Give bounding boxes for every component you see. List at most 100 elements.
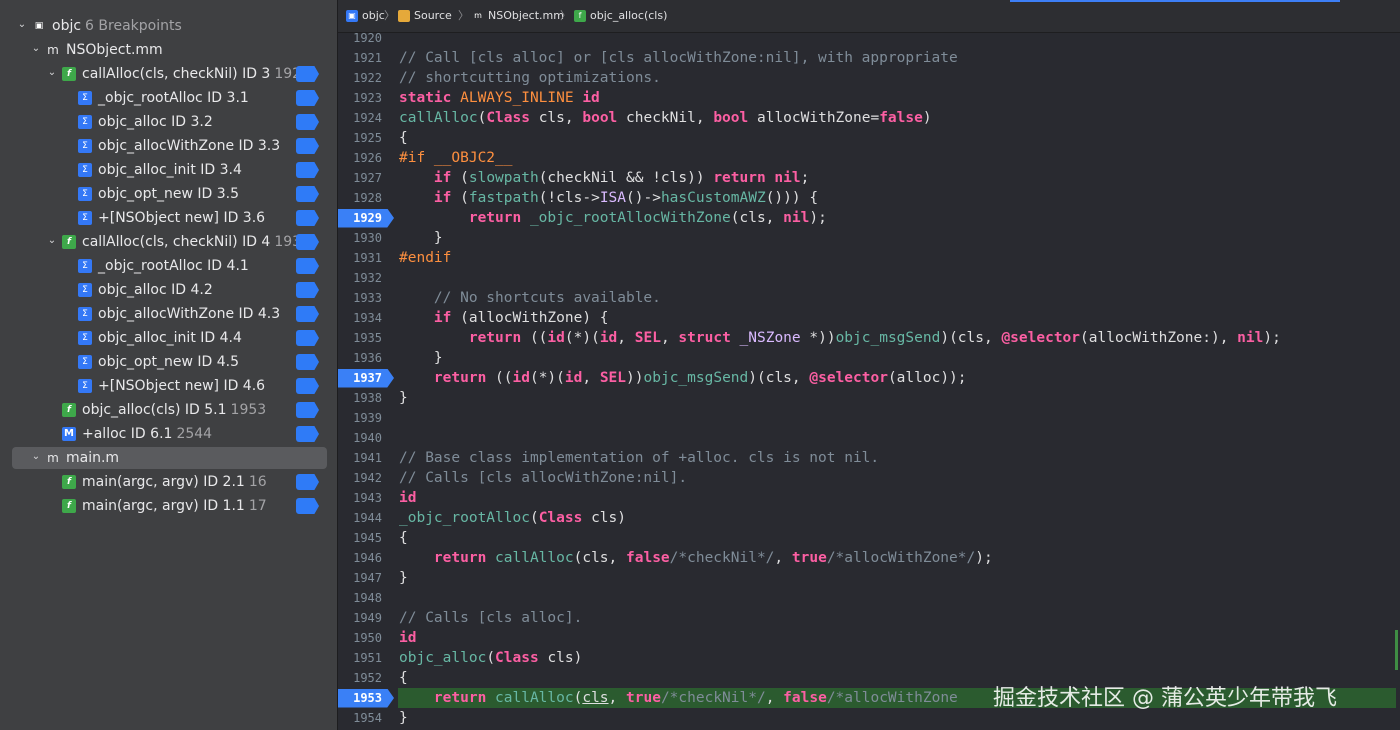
- code-token: // Calls [cls alloc].: [399, 610, 583, 626]
- symbol-icon: Σ: [78, 259, 92, 273]
- code-token: (*)(: [564, 330, 600, 346]
- breakpoint-label: +[NSObject new] ID 4.6: [98, 374, 265, 398]
- line-number: 17: [248, 498, 267, 514]
- symbol-icon: Σ: [78, 355, 92, 369]
- breakpoint-row[interactable]: Σobjc_allocWithZone ID 3.3: [0, 134, 337, 158]
- breakpoint-row[interactable]: Σobjc_allocWithZone ID 4.3: [0, 302, 337, 326]
- breakpoint-flag-icon[interactable]: [296, 498, 319, 514]
- breakpoint-row[interactable]: Σobjc_opt_new ID 4.5: [0, 350, 337, 374]
- breakpoint-row[interactable]: ⌄ m main.m: [0, 446, 337, 470]
- code-token: objc_alloc: [399, 650, 487, 666]
- code-token: #if __OBJC2__: [399, 150, 513, 166]
- code-token: }: [399, 710, 408, 726]
- code-token: (: [477, 110, 487, 126]
- line-number: 1934: [353, 311, 382, 325]
- breakpoint-flag-icon[interactable]: [296, 330, 319, 346]
- line-number: 1939: [353, 411, 382, 425]
- chevron-down-icon[interactable]: ⌄: [30, 450, 42, 464]
- breakpoint-row[interactable]: ⌄ ▣ objc 6 Breakpoints: [0, 14, 337, 38]
- breakpoint-flag-icon[interactable]: [296, 234, 319, 250]
- breakpoint-row[interactable]: Σobjc_alloc ID 3.2: [0, 110, 337, 134]
- breakpoint-row[interactable]: ⌄ f callAlloc(cls, checkNil) ID 4 1937: [0, 230, 337, 254]
- breakpoint-label: callAlloc(cls, checkNil) ID 3 1929: [82, 62, 310, 86]
- jumpbar-item-3[interactable]: objc_alloc(cls): [590, 0, 667, 32]
- code-line: }: [399, 708, 408, 728]
- code-token: objc_msgSend: [643, 370, 749, 386]
- breakpoint-row[interactable]: Σ _objc_rootAlloc ID 3.1: [0, 86, 337, 110]
- breakpoint-row[interactable]: f objc_alloc(cls) ID 5.1 1953: [0, 398, 337, 422]
- breakpoint-row[interactable]: Σobjc_alloc_init ID 3.4: [0, 158, 337, 182]
- breakpoint-row[interactable]: f main(argc, argv) ID 2.1 16: [0, 470, 337, 494]
- symbol-icon: Σ: [78, 331, 92, 345]
- breakpoint-row[interactable]: Σobjc_opt_new ID 3.5: [0, 182, 337, 206]
- breakpoint-row[interactable]: ⌄ f callAlloc(cls, checkNil) ID 3 1929: [0, 62, 337, 86]
- breakpoint-flag-icon[interactable]: [296, 306, 319, 322]
- chevron-down-icon[interactable]: ⌄: [46, 66, 58, 80]
- code-token: ())) {: [765, 190, 819, 206]
- breakpoint-label: _objc_rootAlloc ID 4.1: [98, 254, 249, 278]
- symbol-icon: Σ: [78, 187, 92, 201]
- breakpoint-row[interactable]: Σobjc_alloc ID 4.2: [0, 278, 337, 302]
- breakpoint-row[interactable]: Σ +[NSObject new] ID 4.6: [0, 374, 337, 398]
- breakpoint-flag-icon[interactable]: [296, 426, 319, 442]
- code-token: // Call [cls alloc] or [cls allocWithZon…: [399, 50, 958, 66]
- code-token: );: [1263, 330, 1281, 346]
- breakpoint-flag-icon[interactable]: [296, 282, 319, 298]
- code-token: (: [486, 650, 496, 666]
- code-token: );: [975, 550, 993, 566]
- chevron-down-icon[interactable]: ⌄: [16, 18, 28, 32]
- code-line: // Calls [cls alloc].: [399, 608, 582, 628]
- code-token: id: [547, 330, 565, 346]
- jumpbar-item-2[interactable]: NSObject.mm: [488, 0, 564, 32]
- line-number: 1930: [353, 231, 382, 245]
- code-token: // Calls [cls allocWithZone:nil].: [399, 470, 688, 486]
- chevron-down-icon[interactable]: ⌄: [46, 234, 58, 248]
- function-icon: f: [62, 235, 76, 249]
- breakpoint-flag-icon[interactable]: [296, 90, 319, 106]
- symbol-icon: Σ: [78, 379, 92, 393]
- breakpoint-flag-icon[interactable]: [296, 138, 319, 154]
- breakpoint-label: _objc_rootAlloc ID 3.1: [98, 86, 249, 110]
- breakpoint-flag-icon[interactable]: [296, 186, 319, 202]
- code-token: ,: [582, 370, 600, 386]
- code-token: Class: [486, 110, 539, 126]
- line-number: 1938: [353, 391, 382, 405]
- breakpoint-row[interactable]: Σ _objc_rootAlloc ID 4.1: [0, 254, 337, 278]
- breakpoint-flag-icon[interactable]: [296, 162, 319, 178]
- breakpoint-flag-icon[interactable]: [296, 66, 319, 82]
- code-token: }: [399, 570, 408, 586]
- breakpoint-flag-icon[interactable]: [296, 402, 319, 418]
- breakpoint-row[interactable]: M +alloc ID 6.1 2544: [0, 422, 337, 446]
- breakpoint-row[interactable]: ⌄ m NSObject.mm: [0, 38, 337, 62]
- line-number: 1935: [353, 331, 382, 345]
- code-token: cls,: [538, 110, 583, 126]
- jumpbar-item-1[interactable]: Source: [414, 0, 452, 32]
- breakpoint-flag-icon[interactable]: [296, 474, 319, 490]
- symbol-icon: Σ: [78, 139, 92, 153]
- breakpoint-row[interactable]: Σobjc_alloc_init ID 4.4: [0, 326, 337, 350]
- code-token: ,: [617, 330, 635, 346]
- breakpoint-flag-icon[interactable]: [296, 378, 319, 394]
- symbol-icon: Σ: [78, 91, 92, 105]
- code-line: // No shortcuts available.: [399, 288, 661, 308]
- breakpoint-flag-icon[interactable]: [296, 114, 319, 130]
- code-token: // Base class implementation of +alloc. …: [399, 450, 880, 466]
- breakpoint-row[interactable]: Σ +[NSObject new] ID 3.6: [0, 206, 337, 230]
- code-token: id: [599, 330, 618, 346]
- code-token: bool: [713, 110, 757, 126]
- code-token: ;: [800, 170, 810, 186]
- line-number: 1940: [353, 431, 382, 445]
- chevron-down-icon[interactable]: ⌄: [30, 42, 42, 56]
- code-token: ISA: [599, 190, 627, 206]
- breakpoint-label: objc_allocWithZone ID 4.3: [98, 302, 280, 326]
- code-token: struct: [678, 330, 740, 346]
- breakpoint-flag-icon[interactable]: [296, 354, 319, 370]
- breakpoint-flag-icon[interactable]: [296, 210, 319, 226]
- breakpoint-flag-icon[interactable]: [296, 258, 319, 274]
- line-number: 1922: [353, 71, 382, 85]
- code-line: id: [399, 488, 416, 508]
- breakpoint-row[interactable]: f main(argc, argv) ID 1.1 17: [0, 494, 337, 518]
- breakpoint-name: objc_alloc_init ID 4.4: [98, 330, 242, 346]
